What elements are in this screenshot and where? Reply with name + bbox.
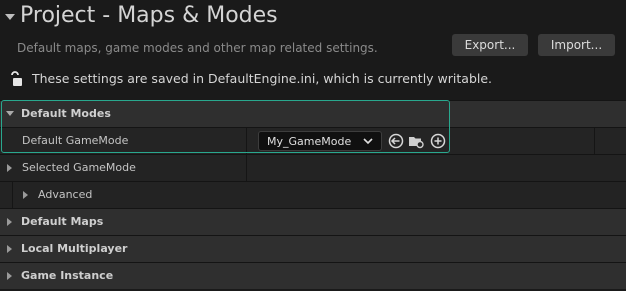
export-button[interactable]: Export... <box>452 34 528 56</box>
column-divider <box>594 128 595 154</box>
category-label: Default Modes <box>21 107 111 120</box>
collapsed-arrow-icon <box>7 272 12 280</box>
category-label: Game Instance <box>21 269 114 282</box>
category-label: Default Maps <box>21 215 104 228</box>
expand-arrow-icon[interactable] <box>23 191 28 199</box>
property-row-selected-gamemode[interactable]: Selected GameMode <box>0 154 626 181</box>
expand-arrow-icon[interactable] <box>7 164 12 172</box>
property-row-default-gamemode: Default GameMode My_GameMode <box>0 127 626 154</box>
category-game-instance[interactable]: Game Instance <box>0 262 626 289</box>
browse-icon[interactable] <box>408 133 424 149</box>
dropdown-value: My_GameMode <box>267 135 352 148</box>
add-icon[interactable] <box>430 133 446 149</box>
chevron-down-icon <box>363 138 373 145</box>
collapse-arrow-icon[interactable] <box>5 14 15 20</box>
column-divider <box>246 155 247 181</box>
writable-notice: These settings are saved in DefaultEngin… <box>32 71 493 86</box>
indent-guide <box>12 182 13 208</box>
category-default-maps[interactable]: Default Maps <box>0 208 626 235</box>
gamemode-dropdown[interactable]: My_GameMode <box>258 131 382 151</box>
collapsed-arrow-icon <box>7 245 12 253</box>
category-local-multiplayer[interactable]: Local Multiplayer <box>0 235 626 262</box>
collapsed-arrow-icon <box>7 218 12 226</box>
settings-header: Project - Maps & Modes Default maps, gam… <box>0 0 626 100</box>
import-button[interactable]: Import... <box>538 34 615 56</box>
unlock-icon <box>11 71 22 86</box>
category-label: Local Multiplayer <box>21 242 128 255</box>
property-label: Advanced <box>38 188 93 201</box>
use-selected-icon[interactable] <box>388 133 404 149</box>
property-label: Selected GameMode <box>22 161 136 174</box>
category-default-modes[interactable]: Default Modes <box>0 100 626 127</box>
page-title: Project - Maps & Modes <box>20 3 278 28</box>
page-subtitle: Default maps, game modes and other map r… <box>17 41 378 55</box>
property-row-advanced[interactable]: Advanced <box>0 181 626 208</box>
property-label: Default GameMode <box>22 134 129 147</box>
expanded-arrow-icon <box>6 111 14 116</box>
column-divider[interactable] <box>246 128 247 154</box>
